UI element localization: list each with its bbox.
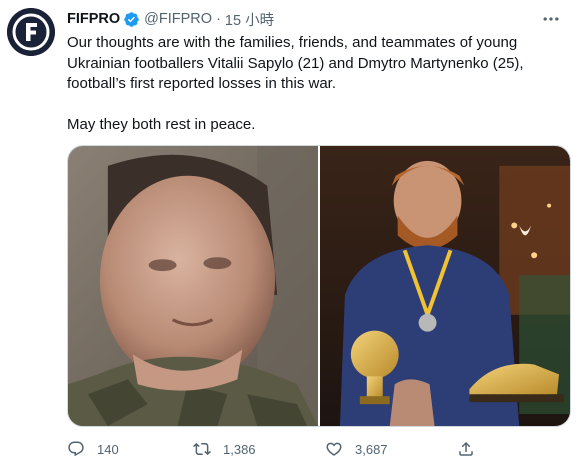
photo-young-man-portrait-image xyxy=(68,146,318,426)
action-bar: 140 1,386 3,687 xyxy=(67,438,487,460)
retweet-count: 1,386 xyxy=(223,441,256,457)
tweet-text-paragraph: Our thoughts are with the families, frie… xyxy=(67,34,524,92)
retweet-button[interactable]: 1,386 xyxy=(193,440,325,458)
heart-icon xyxy=(326,442,342,456)
verified-badge-icon xyxy=(124,11,139,27)
more-options-button[interactable] xyxy=(540,8,562,30)
tweet[interactable]: FIFPRO @FIFPRO · 15 小時 Our thoughts are … xyxy=(0,0,578,461)
tweet-text-paragraph: May they both rest in peace. xyxy=(67,116,256,133)
share-button[interactable] xyxy=(457,440,487,458)
timestamp[interactable]: 15 小時 xyxy=(225,9,274,30)
avatar[interactable] xyxy=(7,8,55,56)
tweet-text: Our thoughts are with the families, frie… xyxy=(67,33,567,136)
handle[interactable]: @FIFPRO xyxy=(144,11,212,27)
retweet-icon xyxy=(193,442,211,456)
display-name[interactable]: FIFPRO xyxy=(67,11,120,27)
media-grid xyxy=(67,145,571,427)
reply-button[interactable]: 140 xyxy=(67,440,193,458)
reply-icon xyxy=(68,441,84,457)
like-button[interactable]: 3,687 xyxy=(325,440,457,458)
fifpro-logo-icon xyxy=(7,8,55,56)
like-count: 3,687 xyxy=(355,441,388,457)
tweet-header: FIFPRO @FIFPRO · 15 小時 xyxy=(67,9,274,29)
reply-count: 140 xyxy=(97,441,119,457)
photo-young-man-portrait[interactable] xyxy=(68,146,318,426)
share-icon xyxy=(459,441,473,456)
separator-dot: · xyxy=(216,11,221,27)
more-options-icon xyxy=(543,17,559,21)
photo-footballer-with-trophies[interactable] xyxy=(319,146,570,426)
photo-footballer-with-trophies-image xyxy=(319,146,570,426)
